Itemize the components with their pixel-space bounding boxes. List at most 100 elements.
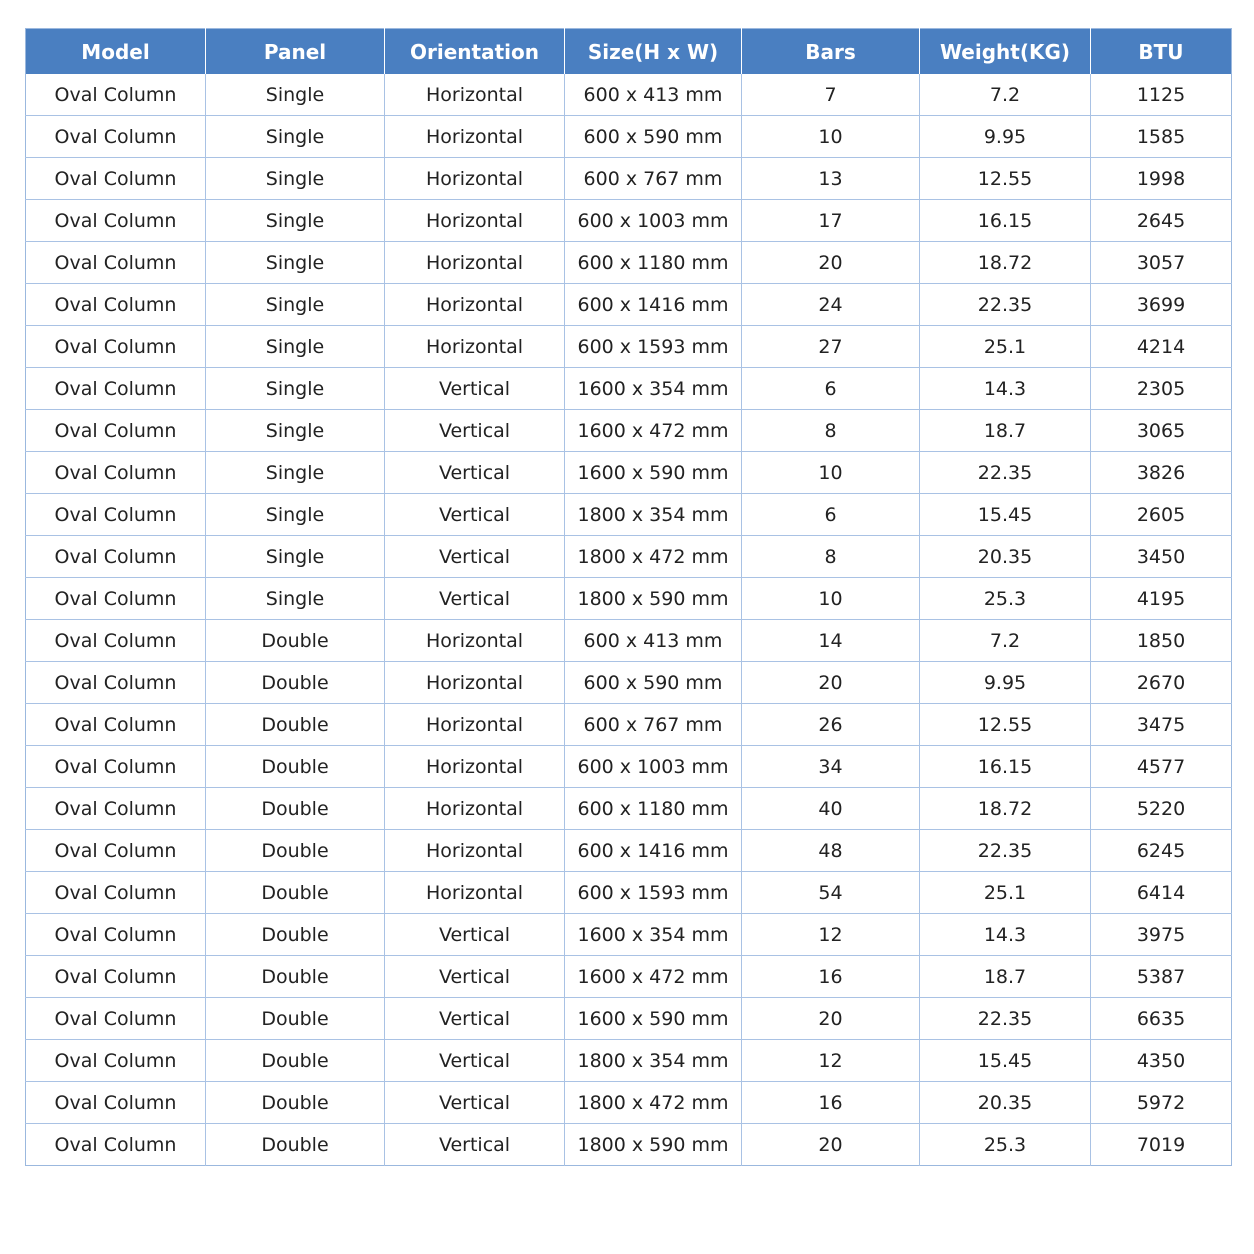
header-row: Model Panel Orientation Size(H x W) Bars… bbox=[25, 28, 1232, 74]
cell-weight: 15.45 bbox=[919, 493, 1091, 536]
cell-orientation: Vertical bbox=[384, 535, 565, 578]
cell-weight: 18.72 bbox=[919, 787, 1091, 830]
cell-bars: 48 bbox=[741, 829, 920, 872]
table-row: Oval Column Single Vertical 1800 x 590 mm 10… bbox=[25, 577, 1232, 620]
radiator-spec-table-container: Model Panel Orientation Size(H x W) Bars… bbox=[25, 28, 1232, 1166]
cell-btu: 5972 bbox=[1090, 1081, 1232, 1124]
cell-btu: 7019 bbox=[1090, 1123, 1232, 1166]
cell-orientation: Vertical bbox=[384, 1123, 565, 1166]
cell-bars: 20 bbox=[741, 661, 920, 704]
cell-model: Oval Column bbox=[25, 1081, 206, 1124]
table-row: Oval Column Single Horizontal 600 x 1593 mm… bbox=[25, 325, 1232, 368]
cell-bars: 17 bbox=[741, 199, 920, 242]
cell-btu: 3975 bbox=[1090, 913, 1232, 956]
cell-bars: 34 bbox=[741, 745, 920, 788]
cell-panel: Double bbox=[205, 913, 385, 956]
cell-size: 600 x 767 mm bbox=[564, 703, 742, 746]
cell-btu: 1998 bbox=[1090, 157, 1232, 200]
cell-weight: 7.2 bbox=[919, 619, 1091, 662]
cell-size: 1800 x 472 mm bbox=[564, 535, 742, 578]
cell-bars: 20 bbox=[741, 241, 920, 284]
cell-model: Oval Column bbox=[25, 199, 206, 242]
cell-panel: Single bbox=[205, 325, 385, 368]
cell-orientation: Vertical bbox=[384, 493, 565, 536]
cell-panel: Single bbox=[205, 115, 385, 158]
table-row: Oval Column Single Horizontal 600 x 1416 mm… bbox=[25, 283, 1232, 326]
table-row: Oval Column Double Vertical 1600 x 472 mm 16… bbox=[25, 955, 1232, 998]
cell-model: Oval Column bbox=[25, 997, 206, 1040]
cell-weight: 14.3 bbox=[919, 913, 1091, 956]
cell-size: 600 x 1593 mm bbox=[564, 871, 742, 914]
cell-weight: 12.55 bbox=[919, 157, 1091, 200]
cell-bars: 8 bbox=[741, 409, 920, 452]
column-header-panel: Panel bbox=[205, 28, 385, 74]
column-header-size: Size(H x W) bbox=[564, 28, 742, 74]
cell-bars: 24 bbox=[741, 283, 920, 326]
cell-size: 1600 x 354 mm bbox=[564, 367, 742, 410]
cell-btu: 3057 bbox=[1090, 241, 1232, 284]
cell-size: 1800 x 590 mm bbox=[564, 1123, 742, 1166]
cell-btu: 4214 bbox=[1090, 325, 1232, 368]
cell-panel: Single bbox=[205, 535, 385, 578]
cell-orientation: Horizontal bbox=[384, 829, 565, 872]
cell-model: Oval Column bbox=[25, 409, 206, 452]
table-row: Oval Column Double Vertical 1800 x 472 mm 16… bbox=[25, 1081, 1232, 1124]
cell-model: Oval Column bbox=[25, 367, 206, 410]
cell-weight: 22.35 bbox=[919, 997, 1091, 1040]
cell-size: 1800 x 354 mm bbox=[564, 493, 742, 536]
cell-size: 600 x 413 mm bbox=[564, 74, 742, 116]
cell-panel: Double bbox=[205, 787, 385, 830]
cell-bars: 26 bbox=[741, 703, 920, 746]
column-header-bars: Bars bbox=[741, 28, 920, 74]
cell-panel: Single bbox=[205, 74, 385, 116]
cell-btu: 1125 bbox=[1136, 83, 1186, 106]
cell-panel: Double bbox=[205, 745, 385, 788]
cell-model: Oval Column bbox=[25, 493, 206, 536]
cell-panel: Double bbox=[205, 955, 385, 998]
column-header-orientation: Orientation bbox=[384, 28, 565, 74]
cell-bars: 54 bbox=[741, 871, 920, 914]
cell-orientation: Horizontal bbox=[384, 871, 565, 914]
cell-btu: 2645 bbox=[1090, 199, 1232, 242]
cell-btu: 1585 bbox=[1090, 115, 1232, 158]
cell-bars: 8 bbox=[741, 535, 920, 578]
cell-btu: 6414 bbox=[1090, 871, 1232, 914]
table-row: Oval Column Single Horizontal 600 x 1180 mm… bbox=[25, 241, 1232, 284]
cell-orientation: Vertical bbox=[384, 997, 565, 1040]
column-header-btu: BTU bbox=[1090, 28, 1232, 74]
cell-weight: 14.3 bbox=[919, 367, 1091, 410]
cell-bars: 7 bbox=[741, 74, 920, 116]
cell-weight: 15.45 bbox=[919, 1039, 1091, 1082]
table-row: Oval Column Double Horizontal 600 x 1593 mm… bbox=[25, 871, 1232, 914]
cell-model: Oval Column bbox=[25, 74, 206, 116]
table-row: Oval Column Double Horizontal 600 x 1180 mm… bbox=[25, 787, 1232, 830]
table-row: Oval Column Single Vertical 1800 x 472 mm 8 2… bbox=[25, 535, 1232, 578]
cell-size: 1800 x 472 mm bbox=[564, 1081, 742, 1124]
cell-size: 1600 x 590 mm bbox=[564, 451, 742, 494]
cell-bars: 10 bbox=[741, 115, 920, 158]
cell-model: Oval Column bbox=[25, 241, 206, 284]
cell-size: 1600 x 472 mm bbox=[564, 409, 742, 452]
table-row: Oval Column Double Vertical 1800 x 354 mm 12… bbox=[25, 1039, 1232, 1082]
cell-weight: 25.3 bbox=[919, 577, 1091, 620]
cell-size: 600 x 413 mm bbox=[564, 619, 742, 662]
cell-model: Oval Column bbox=[25, 283, 206, 326]
cell-btu: 3475 bbox=[1090, 703, 1232, 746]
cell-orientation: Horizontal bbox=[384, 787, 565, 830]
cell-weight: 22.35 bbox=[919, 451, 1091, 494]
cell-model: Oval Column bbox=[25, 871, 206, 914]
cell-btu: 5220 bbox=[1090, 787, 1232, 830]
cell-btu: 3699 bbox=[1090, 283, 1232, 326]
cell-weight: 25.1 bbox=[919, 871, 1091, 914]
cell-panel: Double bbox=[205, 1123, 385, 1166]
table-body: Oval Column Single Horizontal 600 x 413 mm 7… bbox=[25, 74, 1232, 1166]
cell-panel: Double bbox=[205, 619, 385, 662]
cell-orientation: Horizontal bbox=[384, 703, 565, 746]
cell-model: Oval Column bbox=[25, 955, 206, 998]
cell-bars: 14 bbox=[741, 619, 920, 662]
cell-btu: 3826 bbox=[1090, 451, 1232, 494]
cell-model: Oval Column bbox=[25, 1123, 206, 1166]
cell-orientation: Horizontal bbox=[384, 241, 565, 284]
cell-orientation: Horizontal bbox=[384, 157, 565, 200]
column-header-model: Model bbox=[25, 28, 206, 74]
